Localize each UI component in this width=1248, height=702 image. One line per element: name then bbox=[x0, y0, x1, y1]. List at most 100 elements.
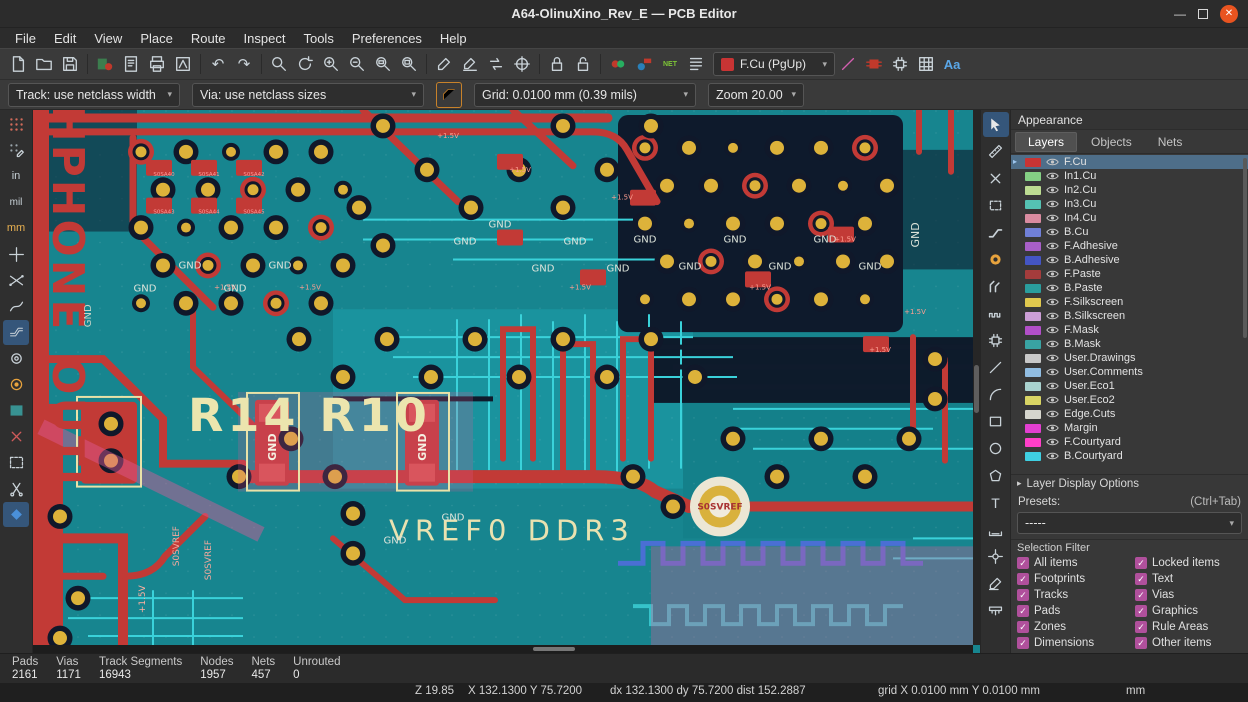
layer-row-f-cu[interactable]: ▸F.Cu bbox=[1011, 155, 1248, 169]
visibility-eye-icon[interactable] bbox=[1046, 255, 1059, 265]
checkbox-icon[interactable]: ✓ bbox=[1017, 605, 1029, 617]
new-board-button[interactable] bbox=[5, 51, 31, 77]
track-via-sizes-button[interactable] bbox=[631, 51, 657, 77]
units-inch-icon[interactable]: in bbox=[3, 164, 29, 189]
zone-filled-icon[interactable] bbox=[3, 398, 29, 423]
tab-layers[interactable]: Layers bbox=[1015, 132, 1077, 152]
visibility-eye-icon[interactable] bbox=[1046, 157, 1059, 167]
grid-select[interactable]: Grid: 0.0100 mm (0.39 mils) ▾ bbox=[474, 83, 696, 107]
cleanup-tracks-button[interactable] bbox=[431, 51, 457, 77]
text-variables-button[interactable]: Aa bbox=[939, 51, 965, 77]
redo-button[interactable]: ↷ bbox=[231, 51, 257, 77]
horizontal-scroll-thumb[interactable] bbox=[533, 647, 575, 651]
layer-color-swatch[interactable] bbox=[1025, 368, 1041, 377]
track-width-select[interactable]: Track: use netclass width ▾ bbox=[8, 83, 180, 107]
filter-locked-items[interactable]: ✓Locked items bbox=[1135, 557, 1248, 569]
layer-row-b-adhesive[interactable]: B.Adhesive bbox=[1011, 253, 1248, 267]
layer-row-f-paste[interactable]: F.Paste bbox=[1011, 267, 1248, 281]
tab-nets[interactable]: Nets bbox=[1146, 133, 1195, 151]
local-ratsnest-tool[interactable] bbox=[983, 166, 1009, 191]
grid-properties-button[interactable] bbox=[913, 51, 939, 77]
draw-circle-tool[interactable] bbox=[983, 436, 1009, 461]
filter-tracks[interactable]: ✓Tracks bbox=[1017, 589, 1135, 601]
layer-row-in2-cu[interactable]: In2.Cu bbox=[1011, 183, 1248, 197]
checkbox-icon[interactable]: ✓ bbox=[1135, 557, 1147, 569]
layer-row-f-silkscreen[interactable]: F.Silkscreen bbox=[1011, 295, 1248, 309]
filter-other-items[interactable]: ✓Other items bbox=[1135, 637, 1248, 649]
menu-tools[interactable]: Tools bbox=[294, 30, 342, 47]
layer-color-swatch[interactable] bbox=[1025, 382, 1041, 391]
layer-color-swatch[interactable] bbox=[1025, 312, 1041, 321]
visibility-eye-icon[interactable] bbox=[1046, 451, 1059, 461]
visibility-eye-icon[interactable] bbox=[1046, 199, 1059, 209]
visibility-eye-icon[interactable] bbox=[1046, 241, 1059, 251]
grid-icon[interactable] bbox=[3, 112, 29, 137]
track-posture-icon[interactable] bbox=[436, 82, 462, 108]
layer-color-swatch[interactable] bbox=[1025, 354, 1041, 363]
layer-color-swatch[interactable] bbox=[1025, 214, 1041, 223]
filter-all-items[interactable]: ✓All items bbox=[1017, 557, 1135, 569]
delete-tool[interactable] bbox=[983, 571, 1009, 596]
visibility-eye-icon[interactable] bbox=[1046, 311, 1059, 321]
checkbox-icon[interactable]: ✓ bbox=[1017, 621, 1029, 633]
print-button[interactable] bbox=[144, 51, 170, 77]
unlock-icon[interactable] bbox=[570, 51, 596, 77]
checkbox-icon[interactable]: ✓ bbox=[1135, 621, 1147, 633]
visibility-eye-icon[interactable] bbox=[1046, 367, 1059, 377]
layer-row-user-drawings[interactable]: User.Drawings bbox=[1011, 351, 1248, 365]
vertical-scroll-thumb[interactable] bbox=[974, 365, 979, 413]
tab-objects[interactable]: Objects bbox=[1079, 133, 1144, 151]
track-outline-icon[interactable] bbox=[3, 320, 29, 345]
layer-row-user-eco2[interactable]: User.Eco2 bbox=[1011, 393, 1248, 407]
via-outline-icon[interactable] bbox=[3, 346, 29, 371]
measure-tool[interactable] bbox=[983, 598, 1009, 623]
page-settings-button[interactable] bbox=[118, 51, 144, 77]
layer-row-in1-cu[interactable]: In1.Cu bbox=[1011, 169, 1248, 183]
checkbox-icon[interactable]: ✓ bbox=[1017, 557, 1029, 569]
layer-color-swatch[interactable] bbox=[1025, 158, 1041, 167]
menu-edit[interactable]: Edit bbox=[45, 30, 85, 47]
refresh-view-button[interactable] bbox=[292, 51, 318, 77]
visibility-eye-icon[interactable] bbox=[1046, 325, 1059, 335]
visibility-eye-icon[interactable] bbox=[1046, 171, 1059, 181]
filter-footprints[interactable]: ✓Footprints bbox=[1017, 573, 1135, 585]
visibility-eye-icon[interactable] bbox=[1046, 339, 1059, 349]
checkbox-icon[interactable]: ✓ bbox=[1017, 637, 1029, 649]
filter-text[interactable]: ✓Text bbox=[1135, 573, 1248, 585]
draw-rectangle-tool[interactable] bbox=[983, 409, 1009, 434]
layer-color-swatch[interactable] bbox=[1025, 256, 1041, 265]
layer-color-swatch[interactable] bbox=[1025, 396, 1041, 405]
canvas-vertical-scrollbar[interactable] bbox=[973, 110, 980, 645]
menu-view[interactable]: View bbox=[85, 30, 131, 47]
find-button[interactable] bbox=[266, 51, 292, 77]
units-mil-icon[interactable]: mil bbox=[3, 190, 29, 215]
layer-row-f-mask[interactable]: F.Mask bbox=[1011, 323, 1248, 337]
draw-arc-tool[interactable] bbox=[983, 382, 1009, 407]
select-tool[interactable] bbox=[983, 112, 1009, 137]
menu-preferences[interactable]: Preferences bbox=[343, 30, 431, 47]
checkbox-icon[interactable]: ✓ bbox=[1017, 589, 1029, 601]
layer-color-swatch[interactable] bbox=[1025, 228, 1041, 237]
layer-row-f-courtyard[interactable]: F.Courtyard bbox=[1011, 435, 1248, 449]
visibility-eye-icon[interactable] bbox=[1046, 395, 1059, 405]
highlight-net-tool[interactable] bbox=[983, 139, 1009, 164]
draw-polygon-tool[interactable] bbox=[983, 463, 1009, 488]
layer-row-user-comments[interactable]: User.Comments bbox=[1011, 365, 1248, 379]
menu-file[interactable]: File bbox=[6, 30, 45, 47]
appearance-panel-icon[interactable] bbox=[3, 502, 29, 527]
layer-color-swatch[interactable] bbox=[1025, 284, 1041, 293]
tune-length-tool[interactable] bbox=[983, 301, 1009, 326]
layer-row-b-paste[interactable]: B.Paste bbox=[1011, 281, 1248, 295]
minimize-icon[interactable]: — bbox=[1174, 9, 1186, 19]
zoom-select[interactable]: Zoom 20.00 ▾ bbox=[708, 83, 804, 107]
checkbox-icon[interactable]: ✓ bbox=[1135, 589, 1147, 601]
drill-origin-button[interactable] bbox=[509, 51, 535, 77]
visibility-eye-icon[interactable] bbox=[1046, 185, 1059, 195]
filter-zones[interactable]: ✓Zones bbox=[1017, 621, 1135, 633]
maximize-icon[interactable] bbox=[1198, 9, 1208, 19]
layer-color-swatch[interactable] bbox=[1025, 242, 1041, 251]
filter-pads[interactable]: ✓Pads bbox=[1017, 605, 1135, 617]
filter-vias[interactable]: ✓Vias bbox=[1135, 589, 1248, 601]
checkbox-icon[interactable]: ✓ bbox=[1135, 573, 1147, 585]
layer-selector[interactable]: F.Cu (PgUp) ▾ bbox=[713, 52, 835, 76]
